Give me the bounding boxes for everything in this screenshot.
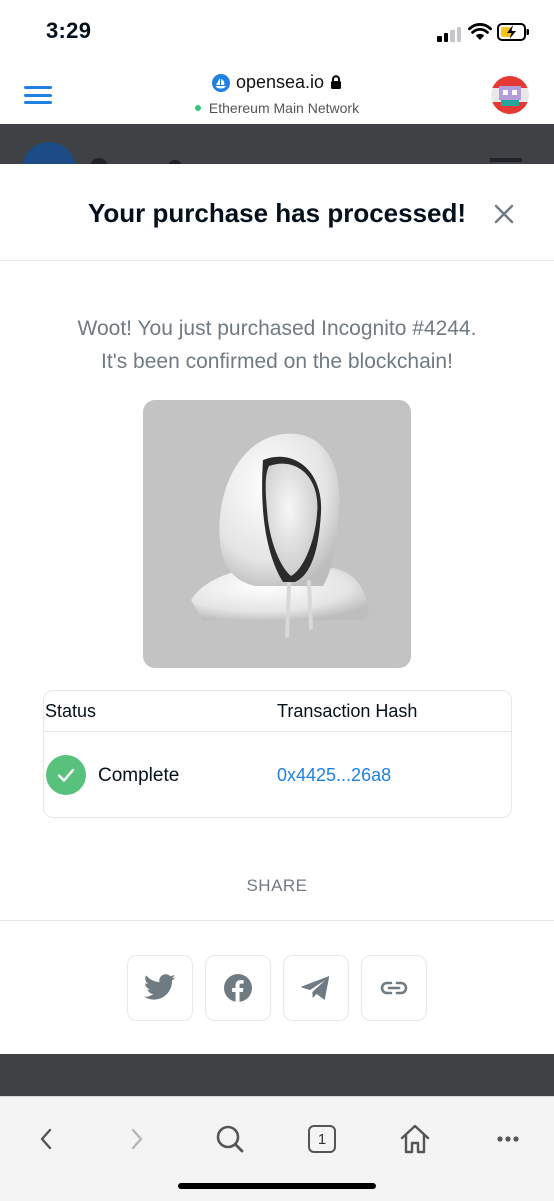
modal-header: Your purchase has processed! (0, 164, 554, 261)
network-status-dot (194, 104, 201, 111)
status-time: 3:29 (46, 18, 92, 43)
message-line: Woot! You just purchased Incognito #4244… (77, 317, 477, 340)
tab-count: 1 (308, 1125, 336, 1153)
page-overlay-bottom (0, 1054, 554, 1096)
nft-image[interactable] (143, 400, 411, 668)
facebook-icon (224, 974, 252, 1002)
back-icon[interactable] (24, 1119, 68, 1159)
avatar[interactable] (491, 76, 529, 114)
status-bar: 3:29 (0, 0, 554, 62)
status-value: Complete (98, 765, 180, 786)
wifi-icon (468, 23, 492, 40)
hash-column-header: Transaction Hash (277, 701, 418, 721)
twitter-icon (143, 974, 176, 1000)
share-twitter-button[interactable] (127, 955, 193, 1021)
share-label: SHARE (246, 876, 308, 895)
message-line: It's been confirmed on the blockchain! (101, 350, 453, 373)
share-telegram-button[interactable] (283, 955, 349, 1021)
transaction-hash-link[interactable]: 0x4425...26a8 (277, 765, 391, 786)
purchase-modal: Your purchase has processed! Woot! You j… (0, 164, 554, 1054)
network-name: Ethereum Main Network (208, 99, 360, 116)
check-circle-icon (46, 755, 86, 795)
share-facebook-button[interactable] (205, 955, 271, 1021)
close-icon[interactable] (492, 202, 516, 226)
more-icon[interactable] (486, 1119, 530, 1159)
divider (0, 920, 554, 921)
url-display[interactable]: opensea.io Ethereum Main Network (0, 72, 554, 116)
link-icon (380, 981, 408, 995)
status-column-header: Status (45, 701, 97, 721)
lock-icon (331, 75, 342, 89)
table-header-row: Status Transaction Hash (44, 691, 511, 732)
battery-charging-icon (497, 23, 529, 41)
transaction-table: Status Transaction Hash Complete 0x4425.… (43, 690, 512, 818)
background-menu (490, 158, 522, 162)
search-icon[interactable] (208, 1119, 252, 1159)
opensea-logo-icon (211, 73, 230, 92)
home-icon[interactable] (393, 1119, 437, 1159)
modal-title: Your purchase has processed! (87, 198, 467, 228)
telegram-icon (301, 976, 330, 1000)
share-link-button[interactable] (361, 955, 427, 1021)
home-indicator (178, 1183, 376, 1189)
browser-address-bar: opensea.io Ethereum Main Network (0, 62, 554, 124)
url-domain: opensea.io (235, 72, 325, 92)
cellular-signal-icon (437, 26, 463, 42)
purchase-message: Woot! You just purchased Incognito #4244… (0, 312, 554, 378)
forward-icon[interactable] (115, 1119, 159, 1159)
tabs-icon[interactable]: 1 (300, 1119, 344, 1159)
